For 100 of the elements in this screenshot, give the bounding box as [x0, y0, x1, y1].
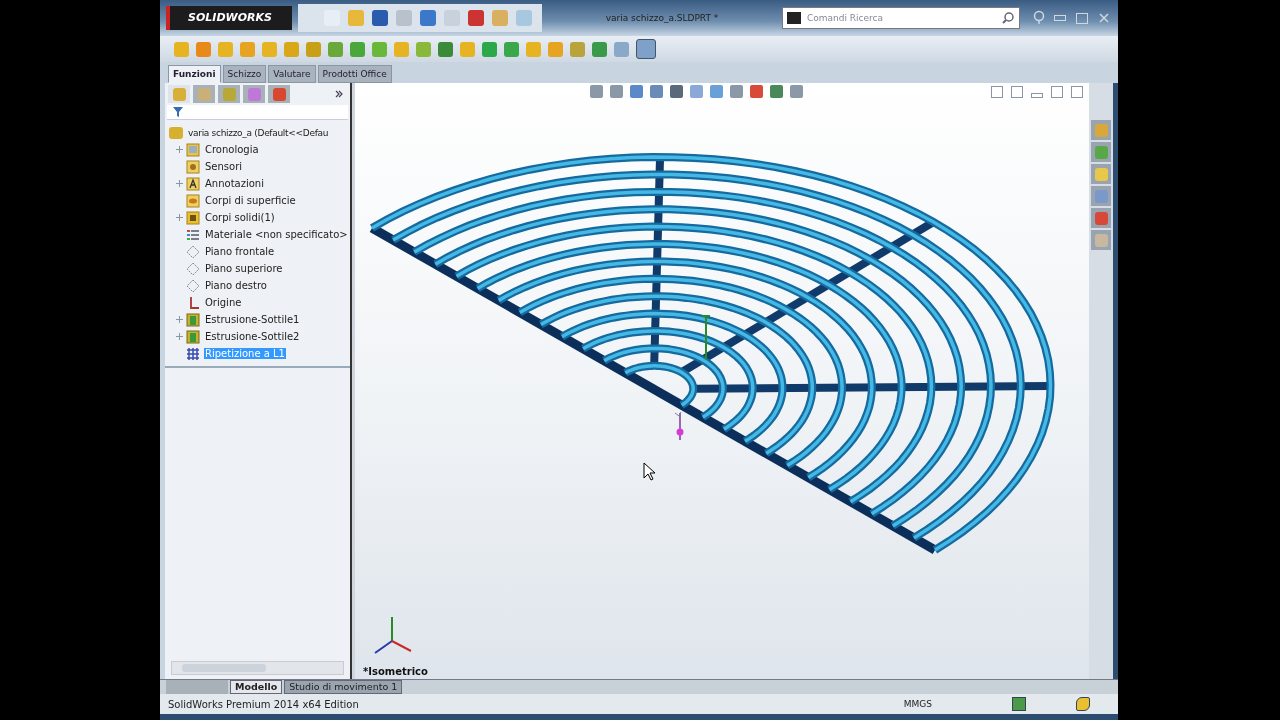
origin-point-icon	[674, 411, 686, 441]
rebuild-icon[interactable]	[1012, 697, 1026, 711]
view-tool-icon[interactable]	[750, 85, 763, 98]
plane-icon	[186, 261, 200, 276]
task-pane-tab[interactable]	[1091, 142, 1111, 162]
maximize-button[interactable]	[1074, 10, 1090, 26]
command-tab[interactable]: Schizzo	[222, 65, 267, 83]
tree-item[interactable]: Cronologia	[204, 144, 260, 155]
tab-scroll-control[interactable]	[166, 680, 228, 694]
toolbar-icon[interactable]	[416, 41, 431, 57]
view-tool-icon[interactable]	[790, 85, 803, 98]
toolbar-icon[interactable]	[548, 41, 563, 57]
toolbar-icon[interactable]	[468, 10, 484, 26]
task-pane-tab[interactable]	[1091, 208, 1111, 228]
units-label[interactable]: MMGS	[903, 699, 932, 709]
tree-item[interactable]: Annotazioni	[204, 178, 265, 189]
restore-button[interactable]	[1051, 86, 1063, 98]
tile-icon[interactable]	[1011, 86, 1023, 98]
panel-tab[interactable]	[243, 85, 265, 103]
task-pane-tab[interactable]	[1091, 164, 1111, 184]
toolbar-icon[interactable]	[350, 41, 365, 57]
toolbar-icon[interactable]	[372, 41, 387, 57]
toolbar-icon[interactable]	[218, 41, 233, 57]
toolbar-icon[interactable]	[372, 10, 388, 26]
toolbar-icon[interactable]	[262, 41, 277, 57]
surface-icon	[186, 193, 200, 208]
tree-item[interactable]: Sensori	[204, 161, 244, 172]
view-tool-icon[interactable]	[650, 85, 663, 98]
app-logo: SOLIDWORKS	[166, 6, 292, 30]
panel-tab[interactable]	[218, 85, 240, 103]
toolbar-icon[interactable]	[526, 41, 541, 57]
view-tool-icon[interactable]	[670, 85, 683, 98]
view-tool-icon[interactable]	[590, 85, 603, 98]
tag-icon[interactable]	[1076, 697, 1090, 711]
tree-item[interactable]: varia schizzo_a (Default<<Defau	[187, 127, 330, 138]
tree-item[interactable]: Materiale <non specificato>	[204, 229, 349, 240]
panel-tab[interactable]	[168, 85, 190, 103]
plane-icon	[186, 278, 200, 293]
plane-icon	[186, 244, 200, 259]
bottom-tab[interactable]: Modello	[230, 680, 283, 694]
search-icon[interactable]	[1001, 11, 1015, 25]
scrollbar[interactable]	[171, 661, 344, 675]
toolbar-icon[interactable]	[460, 41, 475, 57]
view-tool-icon[interactable]	[610, 85, 623, 98]
toolbar-icon[interactable]	[592, 41, 607, 57]
toolbar-icon[interactable]	[306, 41, 321, 57]
extrude-icon	[186, 312, 200, 327]
toolbar-icon[interactable]	[614, 41, 629, 57]
cursor-icon	[643, 462, 656, 481]
tree-item[interactable]: Piano frontale	[204, 246, 276, 257]
sketch-axis-icon	[701, 315, 711, 361]
toolbar-icon[interactable]	[174, 41, 189, 57]
extrude-icon	[186, 329, 200, 344]
tree-item[interactable]: Origine	[204, 297, 243, 308]
view-tool-icon[interactable]	[770, 85, 783, 98]
view-tool-icon[interactable]	[710, 85, 723, 98]
toolbar-icon[interactable]	[394, 41, 409, 57]
solid-icon	[186, 210, 200, 225]
terminal-icon	[787, 12, 801, 24]
help-icon[interactable]	[1032, 10, 1046, 26]
close-button[interactable]	[1071, 86, 1083, 98]
tree-item[interactable]: Corpi solidi(1)	[204, 212, 276, 223]
tree-item[interactable]: Piano destro	[204, 280, 268, 291]
status-text: SolidWorks Premium 2014 x64 Edition	[168, 698, 360, 710]
folder-icon	[186, 142, 200, 157]
window-title: varia schizzo_a.SLDPRT *	[604, 13, 720, 23]
view-tool-icon[interactable]	[630, 85, 643, 98]
panel-tab[interactable]	[193, 85, 215, 103]
command-tab[interactable]: Funzioni	[168, 65, 221, 83]
view-tool-icon[interactable]	[730, 85, 743, 98]
command-tab[interactable]: Prodotti Office	[317, 65, 392, 83]
filter-field[interactable]	[167, 105, 348, 120]
toolbar-icon[interactable]	[420, 10, 436, 26]
toolbar-icon[interactable]	[240, 41, 255, 57]
tree-item[interactable]: Piano superiore	[204, 263, 284, 274]
minimize-button[interactable]	[1031, 93, 1043, 98]
tile-icon[interactable]	[991, 86, 1003, 98]
toolbar-icon[interactable]	[636, 39, 656, 59]
tree-item[interactable]: Corpi di superficie	[204, 195, 297, 206]
toolbar-icon[interactable]	[284, 41, 299, 57]
toolbar-icon[interactable]	[196, 41, 211, 57]
task-pane-tab[interactable]	[1091, 230, 1111, 250]
toolbar-icon[interactable]	[438, 41, 453, 57]
material-icon	[186, 227, 200, 242]
annotation-icon	[186, 176, 200, 191]
view-tool-icon[interactable]	[690, 85, 703, 98]
toolbar-icon[interactable]	[570, 41, 585, 57]
bottom-tab[interactable]: Studio di movimento 1	[284, 680, 403, 694]
panel-tab[interactable]	[268, 85, 290, 103]
toolbar-icon[interactable]	[482, 41, 497, 57]
tree-item[interactable]: Estrusione-Sottile2	[204, 331, 301, 342]
command-tab[interactable]: Valutare	[268, 65, 316, 83]
tree-item[interactable]: Estrusione-Sottile1	[204, 314, 301, 325]
task-pane-tab[interactable]	[1091, 120, 1111, 140]
search-field[interactable]: Comandi Ricerca	[782, 7, 1020, 29]
splitter-handle[interactable]	[352, 83, 355, 679]
sensor-icon	[186, 159, 200, 174]
task-pane-tab[interactable]	[1091, 186, 1111, 206]
toolbar-icon[interactable]	[504, 41, 519, 57]
toolbar-icon[interactable]	[328, 41, 343, 57]
